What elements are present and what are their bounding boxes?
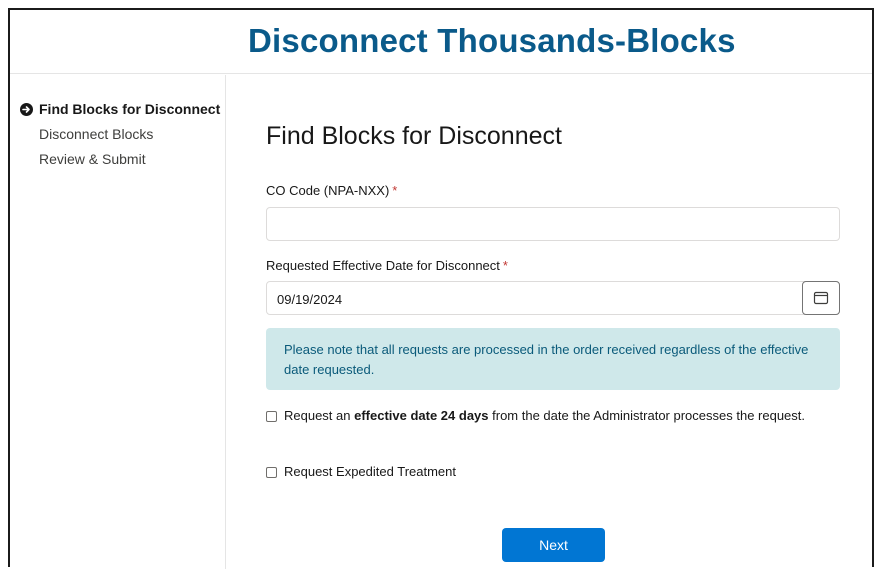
co-code-input[interactable] [266, 207, 840, 241]
effective-date-input[interactable]: 09/19/2024 [266, 281, 840, 315]
sidebar-step-disconnect-blocks[interactable]: Disconnect Blocks [39, 126, 153, 142]
calendar-icon [813, 291, 829, 305]
section-title: Find Blocks for Disconnect [266, 122, 562, 150]
effective-date-24-days-checkbox[interactable] [266, 411, 277, 422]
effective-date-24-days-option[interactable]: Request an effective date 24 days from t… [266, 408, 826, 426]
app-frame: Disconnect Thousands-Blocks Find Blocks … [8, 8, 874, 569]
effective-date-value: 09/19/2024 [277, 292, 343, 307]
calendar-button[interactable] [802, 281, 840, 315]
page-header: Disconnect Thousands-Blocks [10, 10, 872, 74]
sidebar-step-find-blocks[interactable]: Find Blocks for Disconnect [20, 101, 220, 117]
expedited-treatment-checkbox[interactable] [266, 467, 277, 478]
option-text: Request an effective date 24 days from t… [284, 408, 806, 423]
option-text: Request Expedited Treatment [284, 464, 456, 479]
required-marker: * [392, 183, 398, 198]
progress-sidebar: Find Blocks for Disconnect Disconnect Bl… [10, 75, 226, 569]
expedited-treatment-option[interactable]: Request Expedited Treatment [266, 464, 456, 482]
processing-notice: Please note that all requests are proces… [266, 328, 840, 390]
next-button[interactable]: Next [502, 528, 605, 562]
sidebar-step-label: Review & Submit [39, 151, 146, 167]
sidebar-step-label: Disconnect Blocks [39, 126, 154, 142]
co-code-label: CO Code (NPA-NXX) * [266, 183, 398, 198]
effective-date-label: Requested Effective Date for Disconnect * [266, 258, 508, 273]
sidebar-step-label: Find Blocks for Disconnect [39, 101, 221, 117]
required-marker: * [502, 258, 508, 273]
sidebar-step-review-submit[interactable]: Review & Submit [39, 151, 146, 167]
arrow-circle-right-icon [20, 102, 33, 116]
page-title: Disconnect Thousands-Blocks [248, 22, 736, 59]
